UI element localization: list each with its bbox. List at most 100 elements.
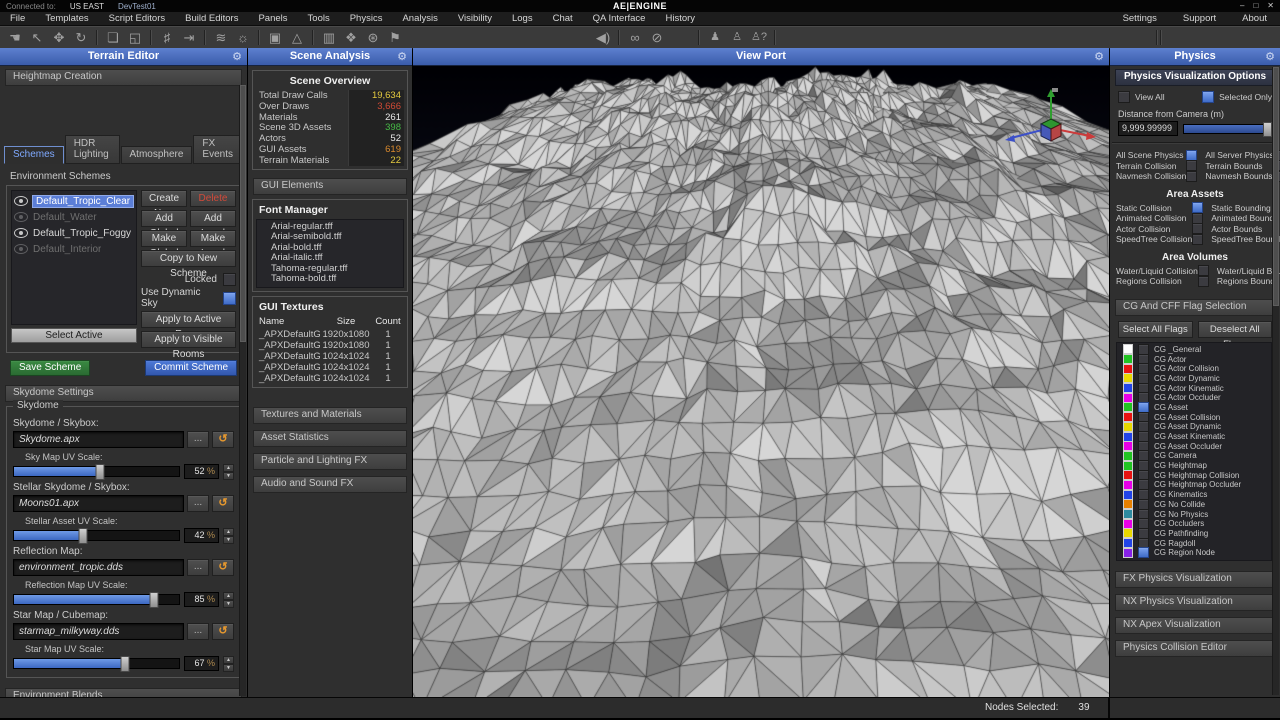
value-spinner[interactable]: ▲ ▼ (223, 592, 234, 607)
texture-table-row[interactable]: _APXDefaultGUI_loading02 1920x1080 1 (256, 340, 404, 351)
uv-scale-value[interactable]: 52 % (184, 464, 219, 479)
browse-button[interactable]: ... (187, 495, 209, 512)
area-asset-checkbox[interactable] (1192, 213, 1203, 224)
uv-scale-slider[interactable] (13, 658, 180, 669)
menu-item[interactable]: Panels (248, 13, 297, 24)
slider-thumb[interactable] (79, 528, 88, 544)
toolbar-icon[interactable] (150, 30, 152, 45)
undo-icon[interactable]: ↺ (212, 495, 234, 512)
uv-scale-slider[interactable] (13, 466, 180, 477)
menu-item[interactable]: Analysis (392, 13, 447, 24)
terrain-editor-header[interactable]: Terrain Editor ⚙ (0, 48, 247, 66)
terrain-tab[interactable]: FX Events (193, 135, 242, 164)
uv-scale-slider[interactable] (13, 594, 180, 605)
menu-item-right[interactable]: Support (1170, 13, 1229, 24)
user-help-icon[interactable]: ♙? (748, 29, 770, 46)
use-dynamic-sky-checkbox[interactable] (223, 292, 236, 305)
scheme-list-item[interactable]: Default_Tropic_Foggy (12, 225, 136, 241)
toolbar-icon[interactable] (312, 30, 314, 45)
brightness-icon[interactable]: ☼ (232, 29, 254, 46)
section-cg-cff-flags[interactable]: CG And CFF Flag Selection (1115, 299, 1275, 316)
terrain-panel-scrollbar[interactable] (239, 85, 246, 696)
toolbar-icon[interactable] (258, 30, 260, 45)
flag-row[interactable]: CG Region Node (1117, 548, 1271, 558)
make-local-button[interactable]: Make Local (190, 230, 236, 247)
spinner-down-icon[interactable]: ▼ (223, 536, 234, 544)
faucet-icon[interactable]: ≋ (210, 29, 232, 46)
eye-visibility-icon[interactable] (14, 196, 28, 206)
area-asset-checkbox[interactable] (1192, 234, 1203, 245)
select-all-flags-button[interactable]: Select All Flags (1118, 321, 1193, 338)
collapsed-section-header[interactable]: Textures and Materials (253, 407, 407, 424)
texture-table-row[interactable]: _APXDefaultGUI_Icons01 1024x1024 1 (256, 373, 404, 384)
section-heightmap-creation[interactable]: Heightmap Creation (5, 69, 242, 86)
apply-to-visible-rooms-button[interactable]: Apply to Visible Rooms (141, 331, 236, 348)
toolbar-icon[interactable] (618, 30, 620, 45)
physics-toggle-checkbox[interactable] (1186, 171, 1197, 182)
rotate-tool-icon[interactable]: ↻ (70, 29, 92, 46)
asset-path-input[interactable]: environment_tropic.dds (13, 559, 184, 576)
create-new-button[interactable]: Create New (141, 190, 187, 207)
move-tool-icon[interactable]: ✥ (48, 29, 70, 46)
select-cursor-icon[interactable]: ↖ (26, 29, 48, 46)
maximize-button[interactable]: □ (1253, 1, 1258, 10)
paint-chip-icon[interactable]: ❖ (340, 29, 362, 46)
value-spinner[interactable]: ▲ ▼ (223, 528, 234, 543)
flag-checkbox[interactable] (1138, 547, 1149, 558)
slider-thumb[interactable] (120, 656, 129, 672)
menu-item[interactable]: Templates (35, 13, 98, 24)
texture-table-row[interactable]: _APXDefaultGUI_Parts01 1024x1024 1 (256, 351, 404, 362)
font-list[interactable]: Arial-regular.tffArial-semibold.tffArial… (256, 219, 404, 288)
add-local-button[interactable]: Add Local (190, 210, 236, 227)
terrain-tab[interactable]: Atmosphere (121, 146, 193, 164)
menu-item[interactable]: Physics (340, 13, 393, 24)
spinner-up-icon[interactable]: ▲ (223, 656, 234, 664)
physics-toggle-checkbox[interactable] (1186, 150, 1197, 161)
area-asset-checkbox[interactable] (1192, 202, 1203, 213)
toolbar-icon[interactable] (96, 30, 98, 45)
slider-thumb[interactable] (95, 464, 104, 480)
align-center-icon[interactable]: ⇥ (178, 29, 200, 46)
uv-scale-value[interactable]: 85 % (184, 592, 219, 607)
asset-path-input[interactable]: Skydome.apx (13, 431, 184, 448)
selected-only-checkbox[interactable] (1202, 91, 1214, 103)
asset-path-input[interactable]: starmap_milkyway.dds (13, 623, 184, 640)
gear-icon[interactable]: ⚙ (397, 49, 407, 65)
select-active-button[interactable]: Select Active (11, 328, 137, 343)
node-graph-icon[interactable]: ⊛ (362, 29, 384, 46)
collapsed-section-header[interactable]: NX Apex Visualization (1115, 617, 1275, 634)
distance-from-camera-input[interactable]: 9,999.99999 (1118, 121, 1178, 136)
gear-icon[interactable]: ⚙ (1094, 49, 1104, 65)
area-asset-checkbox[interactable] (1192, 223, 1203, 234)
asset-path-input[interactable]: Moons01.apx (13, 495, 184, 512)
undo-icon[interactable]: ↺ (212, 623, 234, 640)
menu-item-right[interactable]: Settings (1110, 13, 1170, 24)
slider-thumb[interactable] (150, 592, 159, 608)
uv-scale-value[interactable]: 42 % (184, 528, 219, 543)
scheme-list-item[interactable]: Default_Water (12, 209, 136, 225)
spinner-down-icon[interactable]: ▼ (223, 472, 234, 480)
flag-pages-icon[interactable]: ⚑ (384, 29, 406, 46)
physics-panel-scrollbar[interactable] (1272, 67, 1279, 695)
eye-visibility-icon[interactable] (14, 228, 28, 238)
close-button[interactable]: ✕ (1267, 1, 1274, 10)
collapsed-section-header[interactable]: Physics Collision Editor (1115, 640, 1275, 657)
undo-icon[interactable]: ↺ (212, 431, 234, 448)
physics-header[interactable]: Physics ⚙ (1110, 48, 1280, 66)
toolbar-icon[interactable] (204, 30, 206, 45)
uv-scale-value[interactable]: 67 % (184, 656, 219, 671)
collapsed-section-header[interactable]: Audio and Sound FX (253, 476, 407, 493)
font-list-item[interactable]: Arial-semibold.tff (257, 232, 403, 243)
spinner-down-icon[interactable]: ▼ (223, 664, 234, 672)
area-volume-checkbox[interactable] (1198, 276, 1209, 287)
deselect-all-flags-button[interactable]: Deselect All Flags (1198, 321, 1273, 338)
link-icon[interactable]: ∞ (624, 29, 646, 46)
uv-scale-slider[interactable] (13, 530, 180, 541)
scheme-list-item[interactable]: Default_Interior (12, 241, 136, 257)
menu-item[interactable]: Chat (543, 13, 583, 24)
make-global-button[interactable]: Make Global (141, 230, 187, 247)
viewport-canvas[interactable] (413, 66, 1109, 698)
locked-checkbox[interactable] (223, 273, 236, 286)
apply-to-active-room-button[interactable]: Apply to Active Room (141, 311, 236, 328)
gear-icon[interactable]: ⚙ (232, 49, 242, 65)
